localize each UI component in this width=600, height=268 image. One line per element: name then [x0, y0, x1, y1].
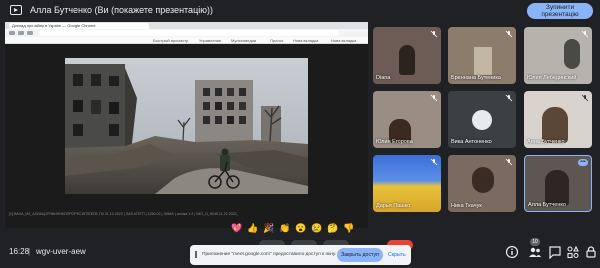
participant-tile[interactable]: Юлия Егорова: [373, 91, 441, 148]
participant-name: Юлия Егорова: [376, 139, 413, 145]
participant-name: Ника Ткачук: [451, 203, 482, 209]
mic-off-icon: [581, 94, 589, 102]
info-icon[interactable]: [505, 245, 519, 259]
participant-video: [545, 170, 569, 206]
presentation-bar: Алла Бутченко (Ви (покажете презентацію)…: [0, 0, 600, 22]
participant-tile[interactable]: Бреннана Бутеника: [448, 27, 516, 84]
lock-icon[interactable]: [584, 245, 598, 259]
participants-count-badge: 10: [530, 238, 540, 246]
participant-tile[interactable]: Юлия Лебединский: [524, 27, 592, 84]
reaction-thumbs-down[interactable]: 👎: [342, 221, 356, 235]
presenter-title: Алла Бутченко (Ви (покажете презентацію)…: [30, 5, 213, 15]
present-screen-icon: [10, 5, 22, 15]
stop-presenting-button[interactable]: Зупинити презентацію: [527, 3, 593, 19]
participant-name: Анна Бутченко: [527, 139, 565, 145]
bottom-bar: 16:28 | wgv-uver-aew Приложение "meet.go…: [0, 236, 600, 268]
participant-video: [399, 45, 415, 75]
mic-off-icon: [505, 158, 513, 166]
mic-off-icon: [505, 94, 513, 102]
participant-tile[interactable]: Вика Антоненко: [448, 91, 516, 148]
shared-browser-tabbar: Доклад про війну в Україні — Google Chro…: [5, 22, 368, 29]
window-share-notice: Приложение "meet.google.com" предоставил…: [190, 245, 411, 265]
participant-tile-self[interactable]: ••• Алла Бутченко: [524, 155, 592, 212]
participant-tile[interactable]: Дарья Пашко: [373, 155, 441, 212]
more-options-button[interactable]: •••: [578, 159, 588, 166]
participant-name: Алла Бутченко: [528, 202, 566, 208]
participant-video: [542, 107, 568, 143]
mic-off-icon: [505, 30, 513, 38]
shared-browser-toolbar: [5, 29, 368, 37]
bookmark-item: Управление: [199, 38, 222, 43]
bookmark-item: Пролог: [270, 38, 284, 43]
participant-tile[interactable]: Ника Ткачук: [448, 155, 516, 212]
back-icon: [9, 31, 15, 35]
bookmark-item: Нова вкладка: [293, 38, 319, 43]
participant-video: [564, 39, 580, 69]
participant-name: Бреннана Бутеника: [451, 75, 501, 81]
viewer-status-line: [1] ВАХА_ИЗ_АЛИКЦОРЛИИЛИКОПРОРЕСИГЛЕЕЛЕ …: [9, 212, 239, 216]
reaction-party[interactable]: 🎉: [262, 221, 276, 235]
reaction-surprised[interactable]: 😮: [294, 221, 308, 235]
people-icon[interactable]: [528, 245, 542, 259]
participant-video: [472, 167, 494, 193]
stop-sharing-button[interactable]: Закрыть доступ: [337, 248, 383, 262]
avatar: [472, 110, 492, 130]
reaction-crying[interactable]: 😢: [310, 221, 324, 235]
shared-bookmarks-bar: Быстрый просмотр Управление Мультимедиа …: [5, 37, 368, 44]
chat-icon[interactable]: [548, 245, 562, 259]
hide-notice-link[interactable]: Скрыть: [388, 252, 406, 258]
war-ruins-photo: [65, 58, 308, 194]
reaction-thinking[interactable]: 🤔: [326, 221, 340, 235]
bookmark-item: Мультимедиа: [231, 38, 257, 43]
activities-icon[interactable]: [566, 245, 580, 259]
shared-photo: [65, 58, 308, 194]
reactions-bar: 💖 👍 🎉 👏 😮 😢 🤔 👎: [228, 221, 374, 235]
reaction-thumbs-up[interactable]: 👍: [246, 221, 260, 235]
shared-address-bar: [39, 30, 339, 36]
clock: 16:28: [9, 247, 30, 256]
participant-name: Юлия Лебединский: [527, 75, 577, 81]
reaction-sparkle-heart[interactable]: 💖: [230, 221, 244, 235]
notice-text: Приложение "meet.google.com" предоставил…: [202, 252, 337, 257]
meeting-code: wgv-uver-aew: [36, 247, 86, 256]
mic-off-icon: [430, 158, 438, 166]
mic-off-icon: [430, 30, 438, 38]
bookmark-item: Нова вкладка: [331, 38, 357, 43]
bookmark-item: Быстрый просмотр: [153, 38, 189, 43]
meet-window: Алла Бутченко (Ви (покажете презентацію)…: [0, 0, 600, 268]
participant-tile[interactable]: Анна Бутченко: [524, 91, 592, 148]
mic-off-icon: [581, 30, 589, 38]
mic-off-icon: [430, 94, 438, 102]
participant-name: Дарья Пашко: [376, 203, 411, 209]
reaction-clap[interactable]: 👏: [278, 221, 292, 235]
reload-icon: [27, 31, 33, 35]
participant-name: Diana: [376, 75, 391, 81]
participant-video: [474, 47, 492, 75]
forward-icon: [18, 31, 24, 35]
separator: |: [28, 247, 31, 256]
participant-tile[interactable]: Diana: [373, 27, 441, 84]
participant-name: Вика Антоненко: [451, 139, 492, 145]
pause-icon: [195, 251, 197, 258]
